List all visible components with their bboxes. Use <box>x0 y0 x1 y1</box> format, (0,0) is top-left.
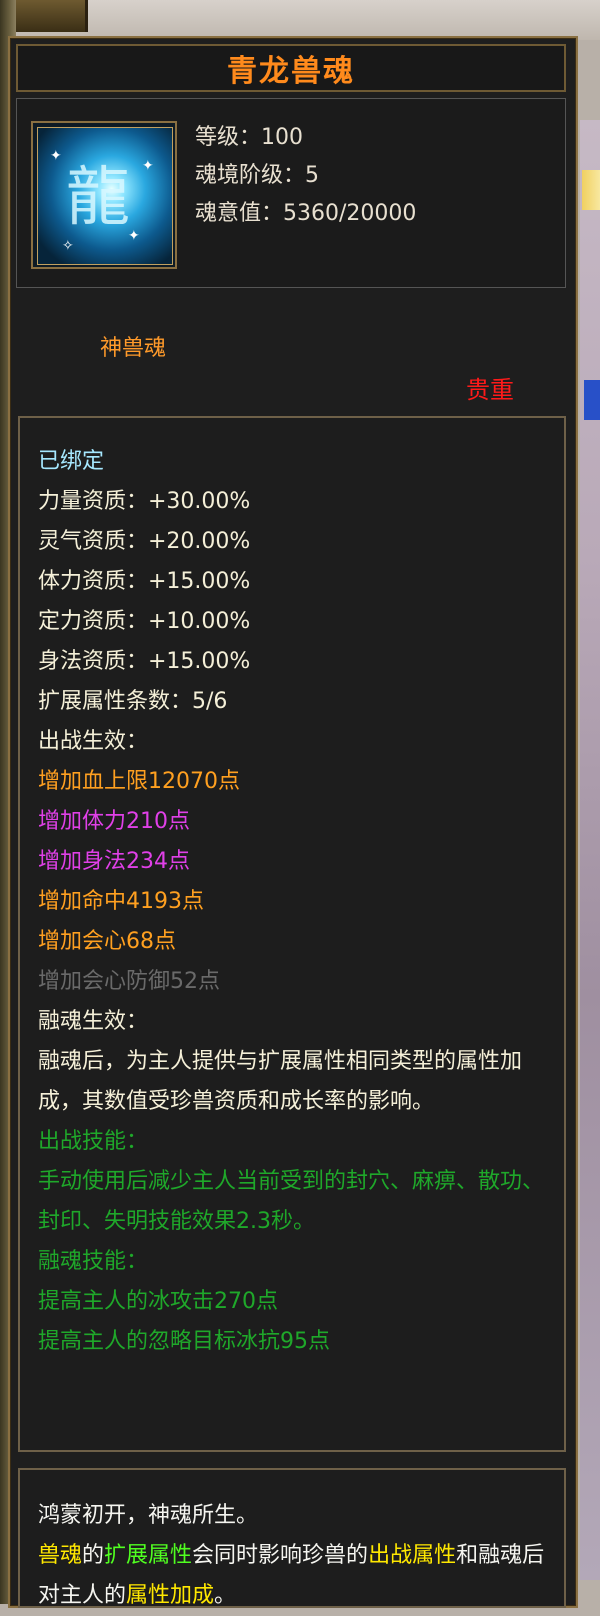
lore-period: 。 <box>214 1583 237 1608</box>
lore-line-1: 鸿蒙初开，神魂所生。 <box>38 1503 259 1528</box>
battle-effect-crit-defense: 增加会心防御52点 <box>38 969 220 994</box>
fusion-skill-ice-attack: 提高主人的冰攻击270点 <box>38 1289 278 1314</box>
game-scene-right-blue <box>584 380 600 420</box>
item-soul-value: 魂意值：5360/20000 <box>195 201 417 226</box>
item-rarity: 贵重 <box>466 376 514 404</box>
item-icon-frame: 龍 ✦ ✦ ✦ ✧ <box>31 121 177 269</box>
battle-skill-header: 出战技能： <box>38 1129 149 1154</box>
battle-effect-stamina: 增加体力210点 <box>38 809 190 834</box>
game-scene-right-gold <box>582 170 600 210</box>
game-scene-top <box>0 0 600 40</box>
aptitude-strength: 力量资质：+30.00% <box>38 489 251 514</box>
game-scene-right-edge <box>580 120 600 1580</box>
tooltip-title-bar: 青龙兽魂 <box>16 44 566 92</box>
fusion-skill-header: 融魂技能： <box>38 1249 149 1274</box>
battle-skill-description: 手动使用后减少主人当前受到的封穴、麻痹、散功、封印、失明技能效果2.3秒。 <box>38 1169 545 1234</box>
item-level: 等级：100 <box>195 125 303 150</box>
aptitude-spirit: 灵气资质：+20.00% <box>38 529 251 554</box>
bound-status: 已绑定 <box>38 449 105 474</box>
item-tooltip: 青龙兽魂 龍 ✦ ✦ ✦ ✧ 等级：100 魂境阶级：5 魂意值：5360/20… <box>8 36 578 1608</box>
item-lore: 鸿蒙初开，神魂所生。 兽魂的扩展属性会同时影响珍兽的出战属性和融魂后对主人的属性… <box>18 1468 566 1608</box>
extended-attribute-count: 扩展属性条数：5/6 <box>38 689 228 714</box>
lore-attribute: 属性 <box>412 1543 457 1568</box>
azure-dragon-soul-icon: 龍 ✦ ✦ ✦ ✧ <box>37 127 173 265</box>
battle-effect-hit: 增加命中4193点 <box>38 889 204 914</box>
lore-extended-attribute: 扩展属性 <box>104 1543 193 1568</box>
item-type: 神兽魂 <box>100 336 167 361</box>
fusion-effect-header: 融魂生效： <box>38 1009 149 1034</box>
battle-effect-crit: 增加会心68点 <box>38 929 176 954</box>
aptitude-focus: 定力资质：+10.00% <box>38 609 251 634</box>
item-header: 龍 ✦ ✦ ✦ ✧ 等级：100 魂境阶级：5 魂意值：5360/20000 <box>16 98 566 288</box>
aptitude-agility: 身法资质：+15.00% <box>38 649 251 674</box>
item-soul-rank: 魂境阶级：5 <box>195 163 319 188</box>
lore-beast-soul: 兽魂 <box>38 1543 83 1568</box>
battle-effect-hp: 增加血上限12070点 <box>38 769 240 794</box>
item-details: 已绑定 力量资质：+30.00% 灵气资质：+20.00% 体力资质：+15.0… <box>18 416 566 1452</box>
battle-effect-header: 出战生效： <box>38 729 149 754</box>
fusion-skill-ice-resist-ignore: 提高主人的忽略目标冰抗95点 <box>38 1329 330 1354</box>
lore-attribute-bonus: 属性加成 <box>126 1583 215 1608</box>
lore-line-2: 兽魂的扩展属性会同时影响珍兽的出战属性和融魂后对主人的属性加成。 <box>38 1536 552 1616</box>
fusion-effect-description: 融魂后，为主人提供与扩展属性相同类型的属性加成，其数值受珍兽资质和成长率的影响。 <box>38 1049 523 1114</box>
aptitude-stamina: 体力资质：+15.00% <box>38 569 251 594</box>
item-title: 青龙兽魂 <box>227 54 355 89</box>
lore-battle: 出战 <box>368 1543 413 1568</box>
lore-text-de: 的 <box>82 1543 105 1568</box>
lore-text-affect: 会同时影响珍兽的 <box>192 1543 369 1568</box>
battle-effect-agility: 增加身法234点 <box>38 849 190 874</box>
